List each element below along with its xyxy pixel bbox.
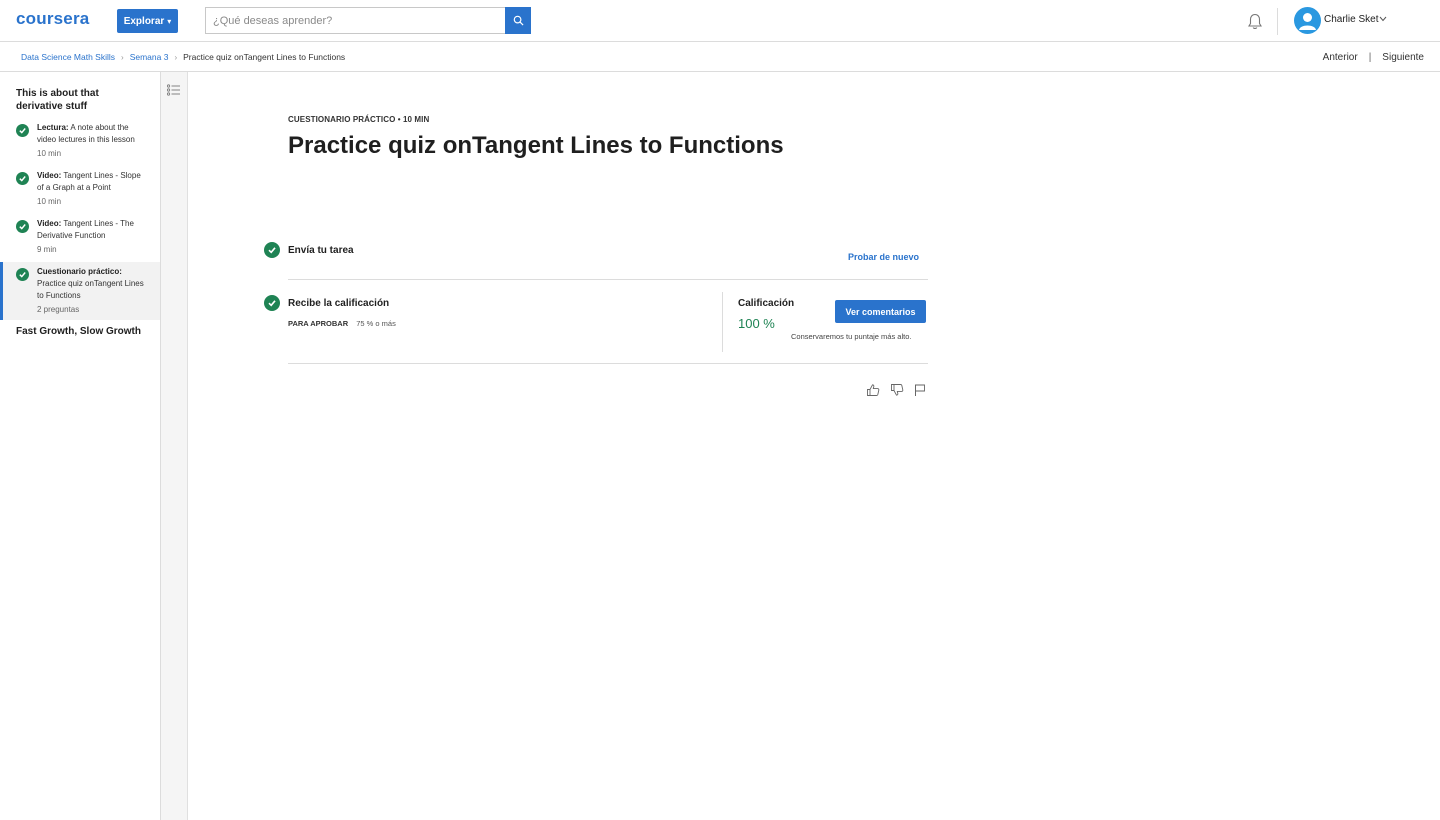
flag-icon[interactable] bbox=[913, 383, 927, 397]
view-feedback-button[interactable]: Ver comentarios bbox=[835, 300, 926, 323]
thumbs-up-icon[interactable] bbox=[866, 383, 880, 397]
header-divider bbox=[1277, 8, 1278, 35]
check-icon bbox=[16, 220, 29, 233]
module-title[interactable]: This is about that derivative stuff bbox=[16, 87, 146, 113]
next-link[interactable]: Siguiente bbox=[1382, 52, 1424, 63]
top-header: coursera Explorar ▾ Charlie Sket bbox=[0, 0, 1440, 42]
chevron-right-icon: › bbox=[121, 52, 124, 62]
sidebar-item-text: Video: Tangent Lines - The Derivative Fu… bbox=[37, 218, 149, 256]
submit-step-label: Envía tu tarea bbox=[288, 245, 354, 256]
next-module-title[interactable]: Fast Growth, Slow Growth bbox=[16, 326, 141, 337]
check-icon bbox=[16, 172, 29, 185]
outline-rail bbox=[161, 72, 188, 820]
page-title: Practice quiz onTangent Lines to Functio… bbox=[288, 132, 784, 159]
bell-icon[interactable] bbox=[1247, 13, 1263, 31]
item-type: Cuestionario práctico: bbox=[37, 267, 122, 276]
sidebar-item-text: Lectura: A note about the video lectures… bbox=[37, 122, 149, 160]
retry-link[interactable]: Probar de nuevo bbox=[848, 252, 919, 262]
course-sidebar: This is about that derivative stuff Lect… bbox=[0, 72, 161, 820]
search-icon bbox=[513, 15, 524, 26]
check-icon bbox=[16, 268, 29, 281]
item-eyebrow: Cuestionario práctico • 10 min bbox=[288, 115, 430, 124]
breadcrumb-course[interactable]: Data Science Math Skills bbox=[21, 52, 115, 62]
check-icon bbox=[16, 124, 29, 137]
avatar-icon bbox=[1299, 13, 1316, 30]
grade-label: Calificación bbox=[738, 298, 795, 309]
nav-separator: | bbox=[1368, 52, 1372, 63]
item-title: Practice quiz onTangent Lines to Functio… bbox=[37, 279, 144, 300]
item-duration: 2 preguntas bbox=[37, 305, 80, 314]
check-icon bbox=[264, 295, 280, 311]
item-duration: 10 min bbox=[37, 197, 62, 206]
breadcrumb: Data Science Math Skills › Semana 3 › Pr… bbox=[21, 52, 345, 62]
chevron-down-icon: ▾ bbox=[167, 16, 172, 26]
coursera-logo[interactable]: coursera bbox=[16, 9, 89, 29]
sidebar-item-practice-quiz[interactable]: Cuestionario práctico: Practice quiz onT… bbox=[0, 262, 160, 320]
highest-score-note: Conservaremos tu puntaje más alto. bbox=[791, 332, 912, 341]
grade-step-label: Recibe la calificación bbox=[288, 298, 390, 309]
sidebar-item-text: Cuestionario práctico: Practice quiz onT… bbox=[37, 266, 149, 316]
breadcrumb-week[interactable]: Semana 3 bbox=[130, 52, 169, 62]
outline-icon[interactable] bbox=[167, 84, 181, 96]
breadcrumb-current: Practice quiz onTangent Lines to Functio… bbox=[183, 52, 346, 62]
chevron-down-icon[interactable] bbox=[1379, 16, 1387, 22]
item-type: Video: bbox=[37, 171, 62, 180]
search-input[interactable] bbox=[205, 7, 505, 34]
chevron-right-icon: › bbox=[174, 52, 178, 62]
previous-link[interactable]: Anterior bbox=[1323, 52, 1358, 63]
divider bbox=[288, 279, 928, 280]
pass-value: 75 % o más bbox=[356, 319, 396, 328]
grade-value: 100 % bbox=[738, 316, 775, 331]
search-button[interactable] bbox=[505, 7, 531, 34]
explore-button[interactable]: Explorar ▾ bbox=[117, 9, 178, 33]
explore-label: Explorar bbox=[123, 15, 165, 27]
breadcrumb-bar: Data Science Math Skills › Semana 3 › Pr… bbox=[0, 42, 1440, 72]
avatar[interactable] bbox=[1294, 7, 1321, 34]
sidebar-item-text: Video: Tangent Lines - Slope of a Graph … bbox=[37, 170, 149, 208]
passing-requirement: Para aprobar 75 % o más bbox=[288, 319, 396, 328]
item-type: Lectura: bbox=[37, 123, 69, 132]
check-icon bbox=[264, 242, 280, 258]
item-duration: 9 min bbox=[37, 245, 57, 254]
prev-next-nav: Anterior | Siguiente bbox=[1323, 52, 1424, 63]
user-name[interactable]: Charlie Sket bbox=[1324, 14, 1378, 25]
item-type: Video: bbox=[37, 219, 62, 228]
thumbs-down-icon[interactable] bbox=[890, 383, 904, 397]
item-duration: 10 min bbox=[37, 149, 62, 158]
pass-key: Para aprobar bbox=[288, 319, 349, 328]
grade-divider bbox=[722, 292, 723, 352]
divider bbox=[288, 363, 928, 364]
